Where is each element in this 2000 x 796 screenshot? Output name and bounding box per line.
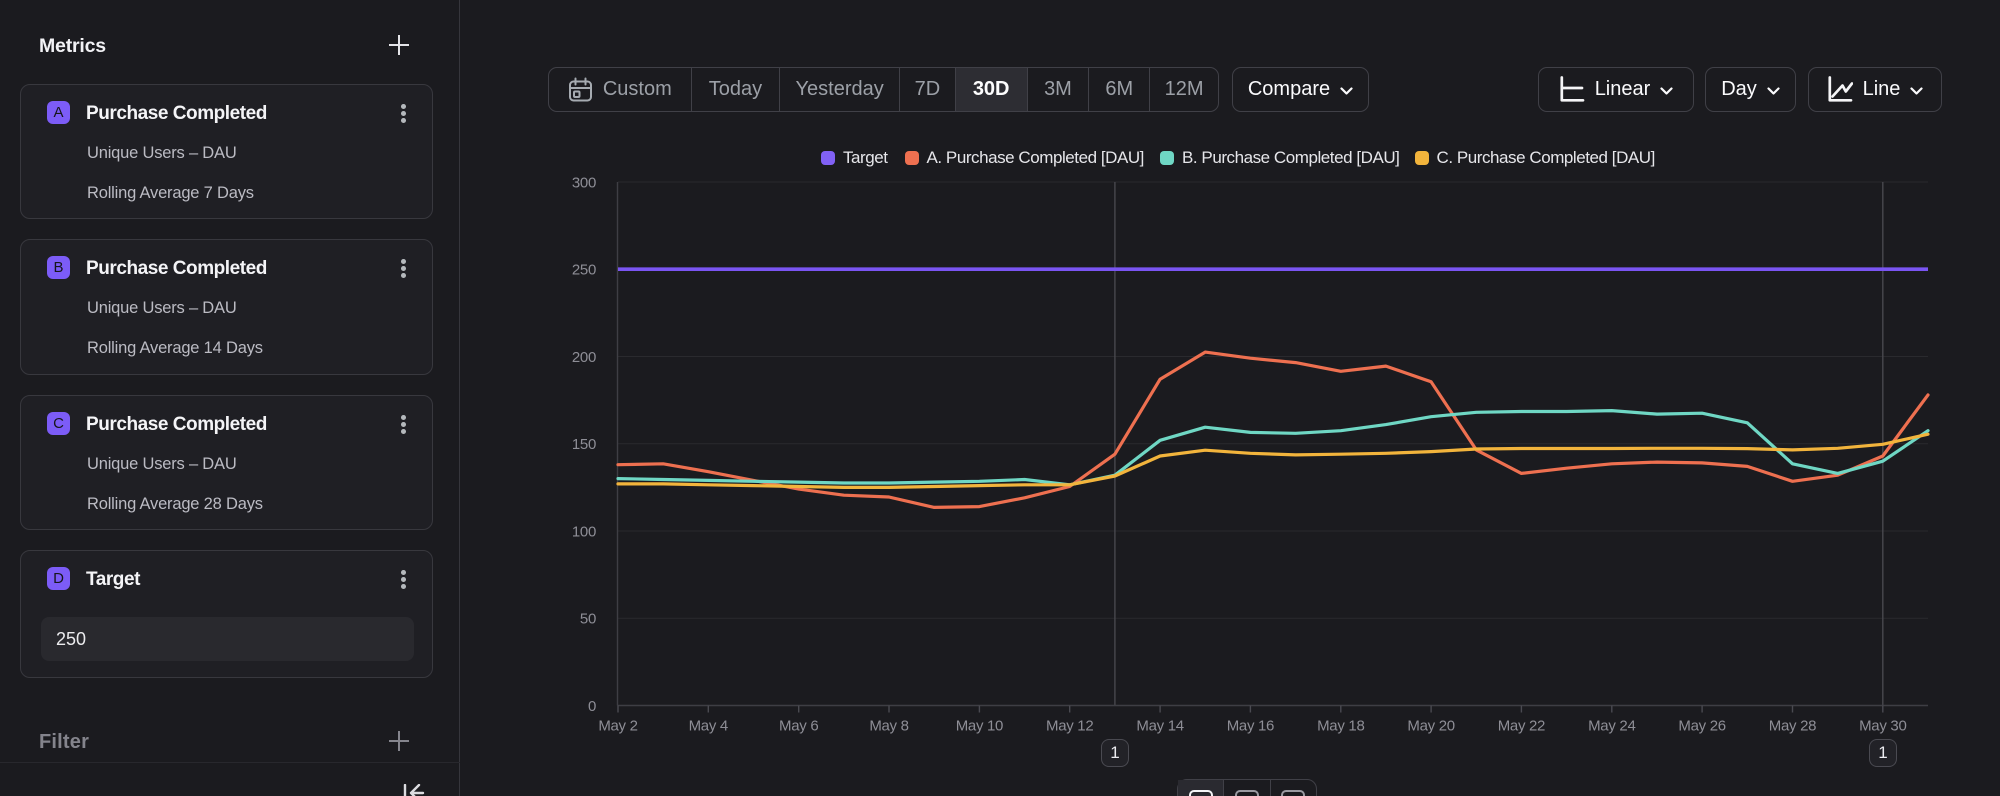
svg-text:May 14: May 14 — [1136, 718, 1183, 735]
svg-text:300: 300 — [572, 174, 596, 191]
svg-text:May 10: May 10 — [956, 718, 1003, 735]
svg-text:May 6: May 6 — [779, 718, 818, 735]
svg-text:May 30: May 30 — [1859, 718, 1906, 735]
svg-text:May 22: May 22 — [1498, 718, 1545, 735]
svg-text:May 20: May 20 — [1407, 718, 1454, 735]
svg-text:250: 250 — [572, 262, 596, 279]
svg-text:May 16: May 16 — [1227, 718, 1274, 735]
svg-text:May 12: May 12 — [1046, 718, 1093, 735]
svg-text:May 8: May 8 — [869, 718, 908, 735]
svg-text:May 24: May 24 — [1588, 718, 1635, 735]
svg-text:May 18: May 18 — [1317, 718, 1364, 735]
svg-text:May 2: May 2 — [598, 718, 637, 735]
svg-text:May 26: May 26 — [1678, 718, 1725, 735]
svg-text:150: 150 — [572, 436, 596, 453]
svg-text:May 28: May 28 — [1769, 718, 1816, 735]
svg-text:0: 0 — [588, 698, 596, 715]
svg-text:50: 50 — [580, 611, 596, 628]
svg-text:100: 100 — [572, 523, 596, 540]
svg-text:May 4: May 4 — [689, 718, 728, 735]
svg-text:200: 200 — [572, 349, 596, 366]
